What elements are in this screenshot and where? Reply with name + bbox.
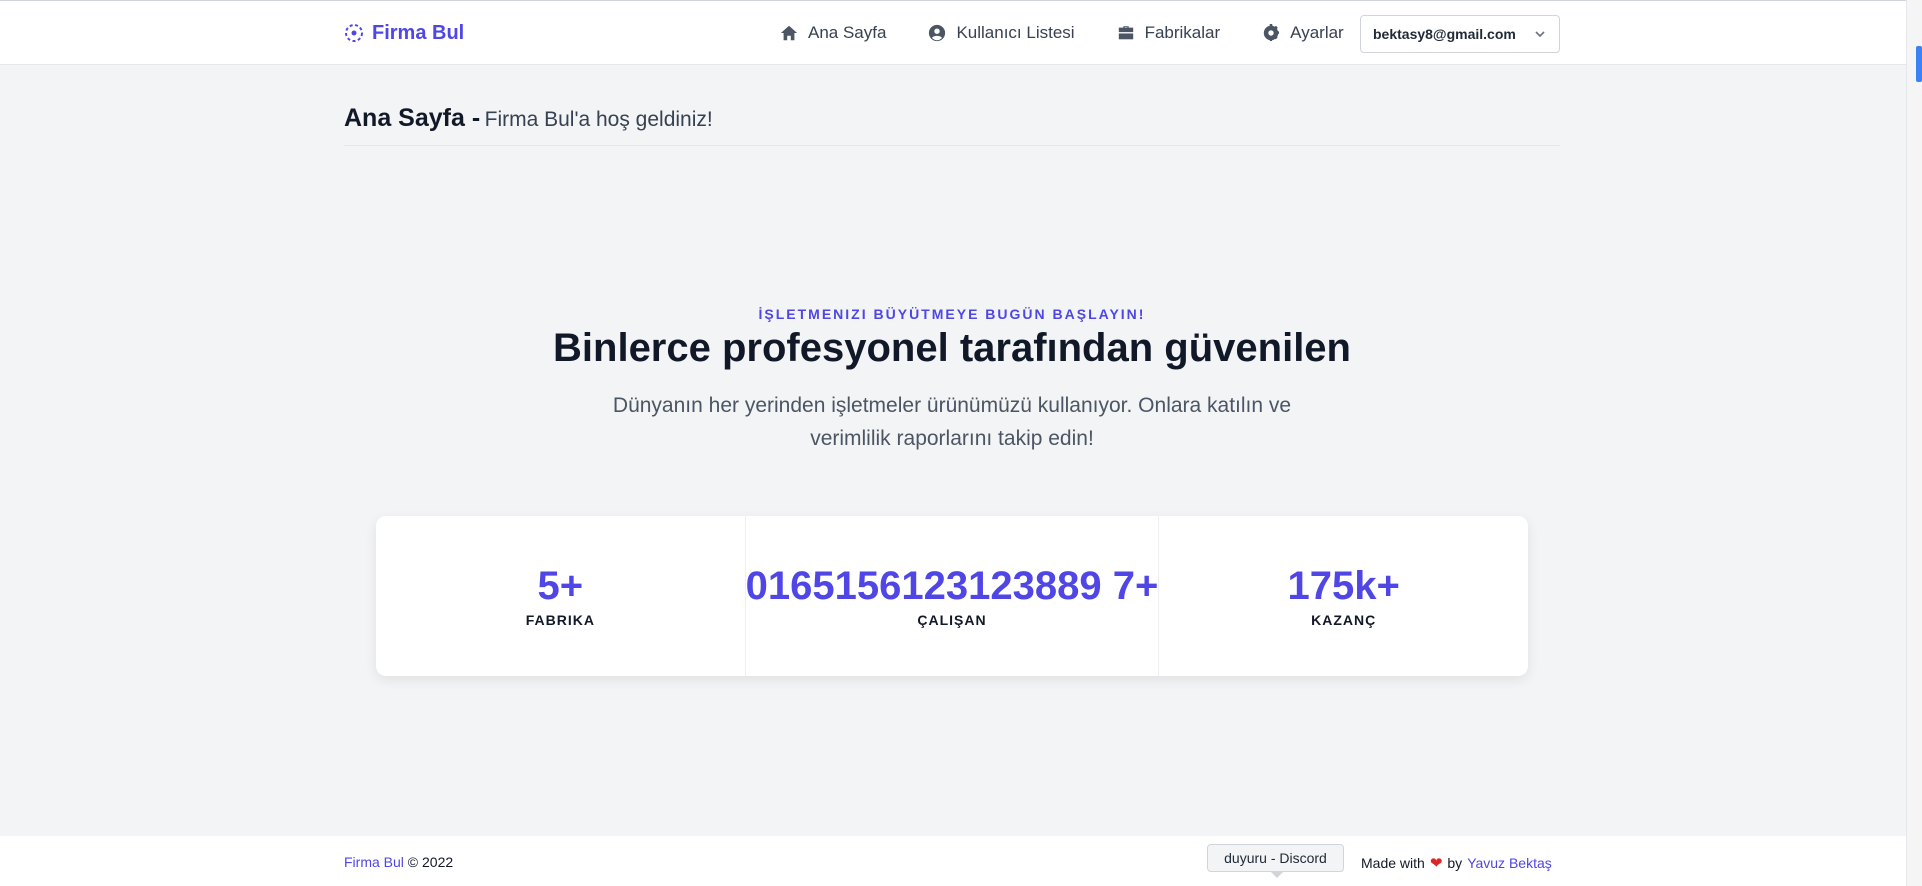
scrollbar[interactable] (1906, 0, 1922, 886)
nav-item-label: Ayarlar (1290, 23, 1344, 42)
hero-eyebrow: İŞLETMENIZI BÜYÜTMEYE BUGÜN BAŞLAYIN! (758, 306, 1146, 322)
user-email: bektasy8@gmail.com (1373, 26, 1516, 42)
nav-item-user-list[interactable]: Kullanıcı Listesi (928, 23, 1075, 43)
stat-value: 0165156123123889 7+ (745, 564, 1159, 608)
gear-icon (1263, 24, 1280, 42)
logo-icon (345, 24, 363, 42)
home-icon (780, 25, 798, 41)
nav-item-label: Fabrikalar (1144, 23, 1221, 42)
navbar: Firma Bul Ana Sayfa Kullanıcı Listesi Fa… (0, 1, 1906, 65)
hero-section: İŞLETMENIZI BÜYÜTMEYE BUGÜN BAŞLAYIN! Bi… (344, 306, 1560, 455)
author-link[interactable]: Yavuz Bektaş (1467, 855, 1552, 871)
nav-item-factories[interactable]: Fabrikalar (1117, 23, 1221, 43)
footer-copyright: Firma Bul © 2022 (344, 854, 453, 870)
stats-card: 5+ FABRIKA 0165156123123889 7+ ÇALIŞAN 1… (376, 516, 1528, 676)
stat-value: 5+ (537, 564, 584, 608)
hero-title: Binlerce profesyonel tarafından güvenile… (553, 326, 1351, 370)
chevron-down-icon (1535, 31, 1545, 38)
stat-employees: 0165156123123889 7+ ÇALIŞAN (746, 516, 1160, 676)
hero-description: Dünyanın her yerinden işletmeler ürünümü… (612, 394, 1292, 450)
footer-credits: Made with ❤ by Yavuz Bektaş (1361, 854, 1552, 872)
main-nav: Ana Sayfa Kullanıcı Listesi Fabrikalar A… (780, 1, 1386, 65)
nav-item-home[interactable]: Ana Sayfa (780, 23, 886, 43)
nav-item-label: Kullanıcı Listesi (956, 23, 1075, 42)
page-title: Ana Sayfa - (344, 104, 481, 132)
page-subtitle: Firma Bul'a hoş geldiniz! (484, 108, 713, 131)
stat-label: FABRIKA (525, 612, 595, 628)
brand-name: Firma Bul (372, 21, 465, 44)
stat-revenue: 175k+ KAZANÇ (1159, 516, 1528, 676)
user-menu-dropdown[interactable]: bektasy8@gmail.com (1360, 15, 1560, 53)
nav-item-settings[interactable]: Ayarlar (1262, 23, 1344, 43)
stat-factories: 5+ FABRIKA (376, 516, 746, 676)
by-text: by (1447, 855, 1463, 871)
brand-link[interactable]: Firma Bul (344, 1, 464, 65)
briefcase-icon (1118, 26, 1133, 40)
discord-tooltip: duyuru - Discord (1207, 844, 1344, 878)
footer: Firma Bul © 2022 Made with ❤ by Yavuz Be… (0, 836, 1906, 886)
user-circle-icon (929, 24, 946, 42)
scrollbar-thumb[interactable] (1916, 46, 1922, 82)
copyright-text: © 2022 (407, 854, 454, 870)
page-heading: Ana Sayfa - Firma Bul'a hoş geldiniz! (344, 104, 1560, 146)
heart-icon: ❤ (1429, 855, 1443, 872)
stat-label: KAZANÇ (1311, 612, 1377, 628)
made-with-text: Made with (1361, 855, 1425, 871)
nav-item-label: Ana Sayfa (808, 23, 887, 42)
stat-label: ÇALIŞAN (917, 612, 987, 628)
stat-value: 175k+ (1287, 564, 1400, 608)
footer-brand-link[interactable]: Firma Bul (344, 854, 404, 870)
